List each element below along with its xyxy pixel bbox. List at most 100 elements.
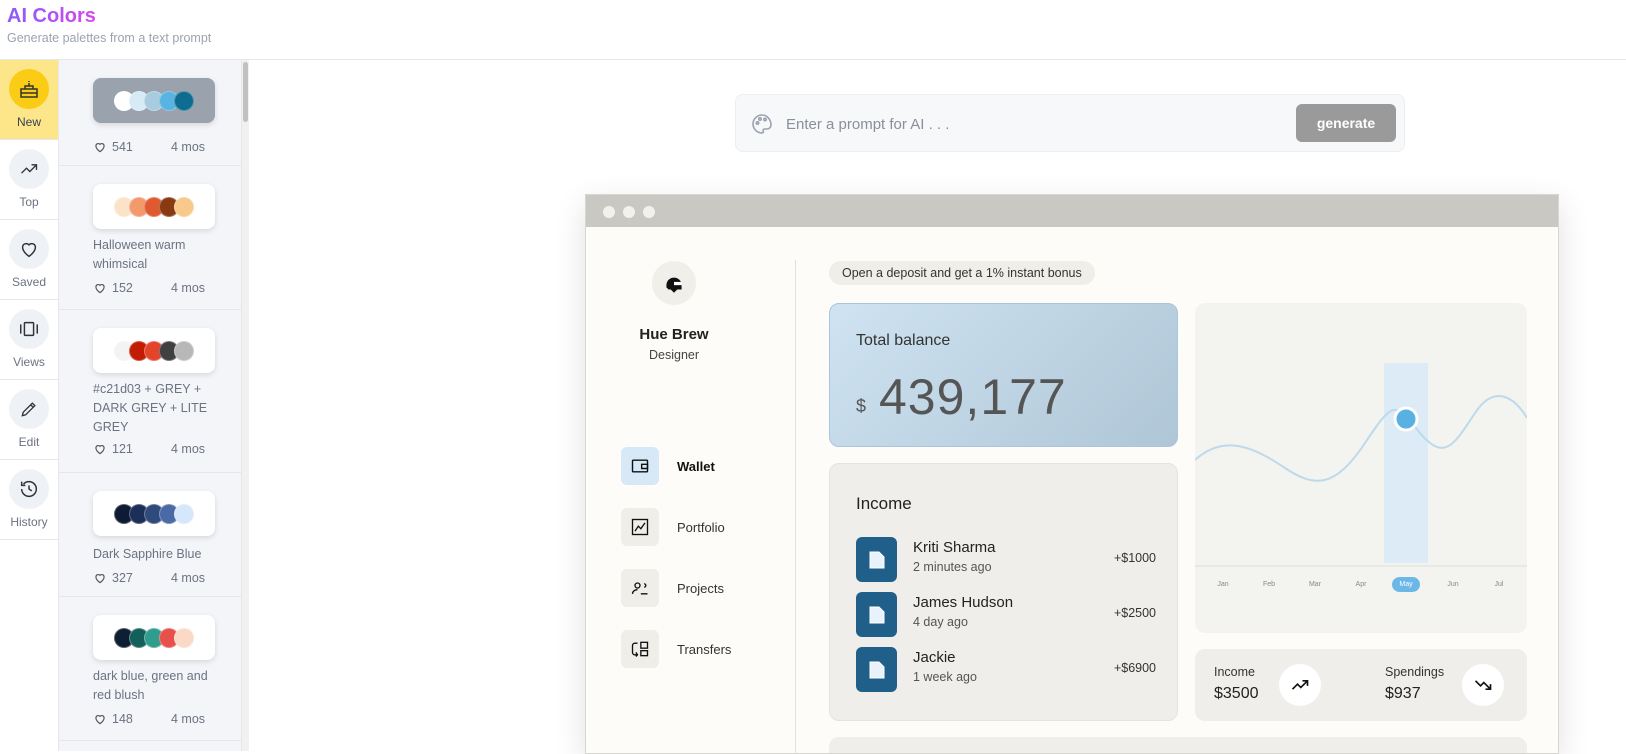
menu-wallet[interactable]: Wallet — [621, 447, 715, 485]
menu-label: Portfolio — [677, 519, 725, 535]
palette-list-scrollbar[interactable] — [241, 60, 249, 751]
txn-time: 1 week ago — [913, 670, 977, 684]
nav-label: Top — [19, 195, 39, 209]
transaction-icon — [856, 592, 897, 637]
nav-saved[interactable]: Saved — [0, 220, 58, 300]
nav-label: History — [10, 515, 48, 529]
txn-time: 4 day ago — [913, 615, 968, 629]
app-subtitle: Generate palettes from a text prompt — [7, 31, 212, 45]
balance-amount: 439,177 — [879, 369, 1067, 425]
income-row[interactable]: Jackie 1 week ago +$6900 — [856, 647, 1156, 693]
palette-card[interactable]: #c21d03 + GREY + DARK GREY + LITE GREY 1… — [59, 310, 241, 473]
window-dot — [623, 206, 635, 218]
heart-icon — [95, 715, 105, 725]
promo-banner[interactable]: Open a deposit and get a 1% instant bonu… — [829, 261, 1095, 285]
heart-icon — [95, 574, 105, 584]
palette-meta: 121 4 mos — [93, 442, 223, 456]
balance-label: Total balance — [856, 332, 951, 349]
chart-icon — [621, 508, 659, 546]
color-dot[interactable] — [174, 340, 194, 361]
palette-meta: 152 4 mos — [93, 281, 223, 295]
palette-swatch[interactable] — [93, 78, 215, 123]
like-count: 152 — [112, 281, 133, 295]
month-label-selected[interactable]: May — [1392, 577, 1420, 592]
palette-name: #c21d03 + GREY + DARK GREY + LITE GREY — [93, 382, 208, 434]
income-row[interactable]: Kriti Sharma 2 minutes ago +$1000 — [856, 537, 1156, 583]
month-label: Apr — [1355, 581, 1367, 588]
palette-card[interactable]: 541 4 mos — [59, 60, 241, 166]
menu-portfolio[interactable]: Portfolio — [621, 508, 725, 546]
menu-transfers[interactable]: Transfers — [621, 630, 731, 668]
chart-point — [1393, 406, 1419, 432]
income-title: Income — [856, 494, 912, 513]
income-row[interactable]: James Hudson 4 day ago +$2500 — [856, 592, 1156, 638]
transfer-icon — [621, 630, 659, 668]
palette-swatch[interactable] — [93, 615, 215, 660]
generate-button[interactable]: generate — [1296, 104, 1396, 142]
nav-label: New — [16, 115, 41, 129]
palette-swatch[interactable] — [93, 491, 215, 536]
palette-meta: 541 4 mos — [93, 140, 223, 154]
chart-line — [1195, 395, 1527, 482]
palette-swatch[interactable] — [93, 184, 215, 229]
nav-history[interactable]: History — [0, 460, 58, 540]
nav-top[interactable]: Top — [0, 140, 58, 220]
month-label: Jun — [1447, 581, 1459, 588]
like-button[interactable]: 152 — [93, 281, 171, 295]
palette-swatch[interactable] — [93, 328, 215, 373]
month-label: Mar — [1308, 581, 1322, 588]
pencil-icon — [9, 389, 49, 429]
color-dot[interactable] — [174, 627, 194, 648]
palette-meta: 148 4 mos — [93, 712, 223, 726]
nav-label: Views — [13, 355, 45, 369]
color-dot[interactable] — [174, 196, 194, 217]
month-label: Jul — [1494, 581, 1504, 588]
menu-label: Transfers — [677, 641, 732, 657]
income-stat-value: $3500 — [1214, 685, 1259, 702]
palette-card[interactable]: Dark Sapphire Blue 327 4 mos — [59, 473, 241, 597]
window-titlebar — [586, 195, 1558, 227]
palette-list: 541 4 mos Halloween warm whimsical 152 4… — [59, 60, 249, 751]
heart-icon — [9, 229, 49, 269]
spendings-stat-label: Spendings — [1385, 665, 1445, 679]
palette-age: 4 mos — [171, 281, 206, 295]
palette-age: 4 mos — [171, 140, 206, 154]
summary-stats: Income $3500 Spendings $937 — [1195, 649, 1527, 721]
month-label: Feb — [1262, 581, 1276, 588]
scrollbar-thumb[interactable] — [243, 62, 248, 122]
user-name: Hue Brew — [639, 326, 709, 343]
month-label: Jan — [1217, 581, 1229, 588]
income-stat-label: Income — [1214, 665, 1255, 679]
txn-name: Jackie — [913, 649, 956, 666]
menu-projects[interactable]: Projects — [621, 569, 724, 607]
palette-card[interactable]: Halloween warm whimsical 152 4 mos — [59, 166, 241, 310]
nav-views[interactable]: Views — [0, 300, 58, 380]
like-button[interactable]: 541 — [93, 140, 171, 154]
txn-amount: +$1000 — [1113, 551, 1156, 565]
trending-up-icon — [9, 149, 49, 189]
like-button[interactable]: 148 — [93, 712, 171, 726]
transaction-icon — [856, 537, 897, 582]
color-dot[interactable] — [174, 90, 194, 111]
palette-age: 4 mos — [171, 442, 206, 456]
palette-preview-window: Hue Brew Designer Wallet Portfolio Proje… — [585, 194, 1559, 754]
like-button[interactable]: 327 — [93, 571, 171, 585]
balance-card: Total balance $ 439,177 — [829, 303, 1178, 447]
people-icon — [621, 569, 659, 607]
preview-sidebar: Hue Brew Designer Wallet Portfolio Proje… — [586, 227, 796, 753]
balance-currency: $ — [856, 396, 867, 416]
prompt-bar: generate — [735, 94, 1405, 152]
txn-amount: +$6900 — [1113, 661, 1156, 675]
income-card: Income Kriti Sharma 2 minutes ago +$1000… — [829, 463, 1178, 721]
nav-edit[interactable]: Edit — [0, 380, 58, 460]
nav-label: Edit — [18, 435, 40, 449]
prompt-input[interactable] — [786, 109, 1266, 139]
txn-amount: +$2500 — [1113, 606, 1156, 620]
txn-time: 2 minutes ago — [913, 560, 992, 574]
palette-card[interactable]: dark blue, green and red blush 148 4 mos — [59, 597, 241, 741]
palette-name: dark blue, green and red blush — [93, 669, 208, 702]
app-title[interactable]: AI Colors — [7, 5, 96, 28]
nav-new[interactable]: New — [0, 60, 58, 140]
color-dot[interactable] — [174, 503, 194, 524]
like-button[interactable]: 121 — [93, 442, 171, 456]
